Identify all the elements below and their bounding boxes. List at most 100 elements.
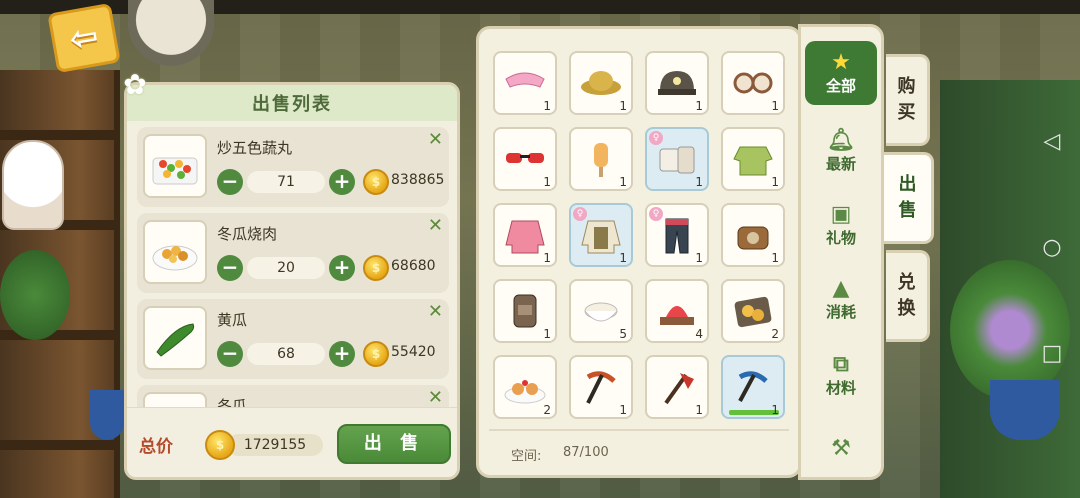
inventory-slot[interactable]: 1 [721, 127, 785, 191]
new-tag-icon: ♀ [573, 207, 587, 221]
green-jacket-icon [733, 146, 773, 176]
left-pot-decoration [90, 390, 124, 440]
straw-hat-icon [581, 71, 621, 95]
quantity-value[interactable]: 68 [247, 343, 325, 365]
remove-item-button[interactable]: ✕ [428, 215, 443, 236]
gold-coin-icon: $ [363, 341, 389, 367]
inventory-slot[interactable]: ♀ 1 [569, 203, 633, 267]
inventory-slot[interactable]: 1 [569, 355, 633, 419]
pants-icon [665, 218, 689, 254]
space-label: 空间: [511, 449, 542, 464]
inventory-slot[interactable]: ♀ 1 [645, 127, 709, 191]
pink-jacket-icon [505, 220, 545, 254]
milk-bowl-icon [584, 302, 618, 322]
leather-bag-icon [737, 226, 769, 250]
inventory-slot[interactable]: 1 [721, 355, 785, 419]
inventory-slot[interactable]: ♀ 1 [645, 203, 709, 267]
inventory-slot[interactable]: 1 [493, 279, 557, 343]
sunglasses-icon [506, 153, 544, 163]
right-pot-decoration [990, 380, 1060, 440]
tab-exchange[interactable]: 兑 换 [886, 250, 930, 342]
gift-icon: ▣ [830, 201, 852, 227]
sell-item-name: 黄瓜 [217, 311, 248, 329]
total-price-label: 总价 [139, 437, 173, 457]
decrease-quantity-button[interactable]: − [217, 341, 243, 367]
quantity-value[interactable]: 20 [247, 257, 325, 279]
category-material[interactable]: ⧉ 材料 [805, 343, 877, 407]
category-newest[interactable]: 🔔︎ 最新 [805, 119, 877, 183]
decrease-quantity-button[interactable]: − [217, 169, 243, 195]
increase-quantity-button[interactable]: + [329, 169, 355, 195]
popsicle-icon [594, 143, 608, 177]
inventory-slot[interactable]: 1 [645, 51, 709, 115]
inventory-grid[interactable]: 1 1 1 1 1 1 ♀ 1 1 1 ♀ 1 ♀ 1 1 1 5 4 2 2 1 1… [493, 51, 789, 423]
sell-list-title: 出售列表 [127, 85, 457, 121]
sell-list[interactable]: 炒五色蔬丸 ✕ − 71 + $ 838865 冬瓜烧肉 ✕ − 20 + $ … [137, 127, 449, 407]
category-gift[interactable]: ▣ 礼物 [805, 193, 877, 257]
lucky-cat-decoration [2, 140, 64, 230]
sell-item-name: 冬瓜烧肉 [217, 225, 278, 243]
sell-item-row: 冬瓜烧肉 ✕ − 20 + $ 68680 [137, 213, 449, 293]
sell-item-price: 55420 [391, 344, 436, 360]
remove-item-button[interactable]: ✕ [428, 129, 443, 150]
inventory-slot[interactable]: 1 [645, 355, 709, 419]
inventory-slot[interactable]: 1 [569, 127, 633, 191]
tab-buy[interactable]: 购 买 [886, 54, 930, 146]
inventory-slot[interactable]: 1 [721, 203, 785, 267]
inventory-slot[interactable]: 1 [493, 127, 557, 191]
shaved-ice-icon [660, 306, 694, 325]
sell-item-row: 炒五色蔬丸 ✕ − 71 + $ 838865 [137, 127, 449, 207]
category-tools[interactable]: ⚒ [805, 417, 877, 481]
axe-icon [664, 373, 694, 405]
back-button[interactable]: ⇦ [47, 2, 121, 74]
pickaxe-icon [586, 371, 616, 404]
scroll-icon: ⧉ [833, 351, 849, 377]
gold-coin-icon: $ [363, 255, 389, 281]
recents-nav-icon[interactable]: □ [1034, 336, 1070, 372]
braised-pork-icon [143, 220, 207, 284]
inventory-slot[interactable]: 1 [721, 51, 785, 115]
increase-quantity-button[interactable]: + [329, 255, 355, 281]
inventory-panel: 1 1 1 1 1 1 ♀ 1 1 1 ♀ 1 ♀ 1 1 1 5 4 2 2 1 1… [476, 26, 802, 478]
blue-pickaxe-icon [738, 371, 768, 402]
back-nav-icon[interactable]: ◁ [1034, 124, 1070, 160]
increase-quantity-button[interactable]: + [329, 341, 355, 367]
sell-list-panel: 出售列表 炒五色蔬丸 ✕ − 71 + $ 838865 冬瓜烧肉 ✕ − 20… [124, 82, 460, 480]
shovel-icon: ⚒ [831, 436, 851, 461]
sell-item-row: 黄瓜 ✕ − 68 + $ 55420 [137, 299, 449, 379]
total-price-value: 1729155 [227, 434, 323, 456]
home-nav-icon[interactable]: ○ [1034, 230, 1070, 266]
sell-item-name: 冬瓜 [217, 397, 248, 407]
space-value: 87/100 [563, 445, 609, 460]
quantity-value[interactable]: 71 [247, 171, 325, 193]
cucumber-icon [143, 306, 207, 370]
decrease-quantity-button[interactable]: − [217, 255, 243, 281]
sell-item-name: 炒五色蔬丸 [217, 139, 293, 157]
veggie-skewer-icon [143, 134, 207, 198]
inventory-slot[interactable]: 1 [569, 51, 633, 115]
bell-icon: 🔔︎ [827, 127, 855, 153]
back-arrow-icon: ⇦ [66, 15, 102, 61]
sell-button[interactable]: 出 售 [337, 424, 451, 464]
inventory-slot[interactable]: 2 [493, 355, 557, 419]
inventory-slot[interactable]: 1 [493, 51, 557, 115]
tab-sell[interactable]: 出 售 [884, 152, 934, 244]
new-tag-icon: ♀ [649, 131, 663, 145]
inventory-slot[interactable]: 2 [721, 279, 785, 343]
inventory-slot[interactable]: 1 [493, 203, 557, 267]
remove-item-button[interactable]: ✕ [428, 387, 443, 407]
sell-footer: 总价 1729155 $ 出 售 [127, 407, 457, 477]
cookie-plate-icon [734, 296, 772, 328]
inventory-slot[interactable]: 4 [645, 279, 709, 343]
sell-item-price: 68680 [391, 258, 436, 274]
gold-coin-icon: $ [205, 430, 235, 460]
new-tag-icon: ♀ [649, 207, 663, 221]
khaki-vest-icon [581, 220, 621, 254]
cupcake-plate-icon [504, 380, 546, 404]
category-consumable[interactable]: ▲ 消耗 [805, 267, 877, 331]
backpack-icon [513, 294, 537, 328]
inventory-slot[interactable]: 5 [569, 279, 633, 343]
category-all[interactable]: ★ 全部 [805, 41, 877, 105]
remove-item-button[interactable]: ✕ [428, 301, 443, 322]
pink-visor-icon [505, 72, 545, 88]
